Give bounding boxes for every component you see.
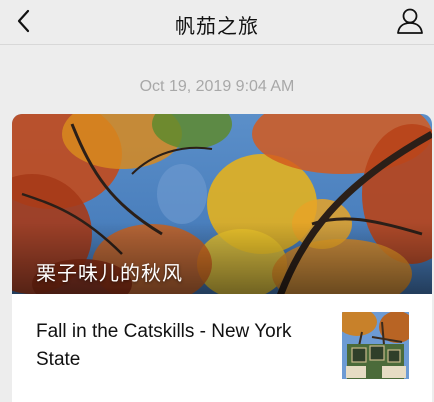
page-title: 帆茄之旅 bbox=[175, 14, 259, 38]
message-timestamp: Oct 19, 2019 9:04 AM bbox=[139, 78, 295, 95]
article-card[interactable]: 栗子味儿的秋风 Fall in the Catskills - New York… bbox=[12, 114, 432, 402]
cover-image[interactable]: 栗子味儿的秋风 bbox=[12, 114, 432, 294]
list-item-thumbnail[interactable] bbox=[342, 312, 409, 379]
profile-button[interactable] bbox=[394, 6, 426, 36]
top-nav-bar: 帆茄之旅 bbox=[0, 0, 434, 45]
list-item-title[interactable]: Fall in the Catskills - New York State bbox=[36, 318, 326, 374]
cover-title: 栗子味儿的秋风 bbox=[36, 261, 183, 285]
person-icon bbox=[397, 8, 423, 34]
